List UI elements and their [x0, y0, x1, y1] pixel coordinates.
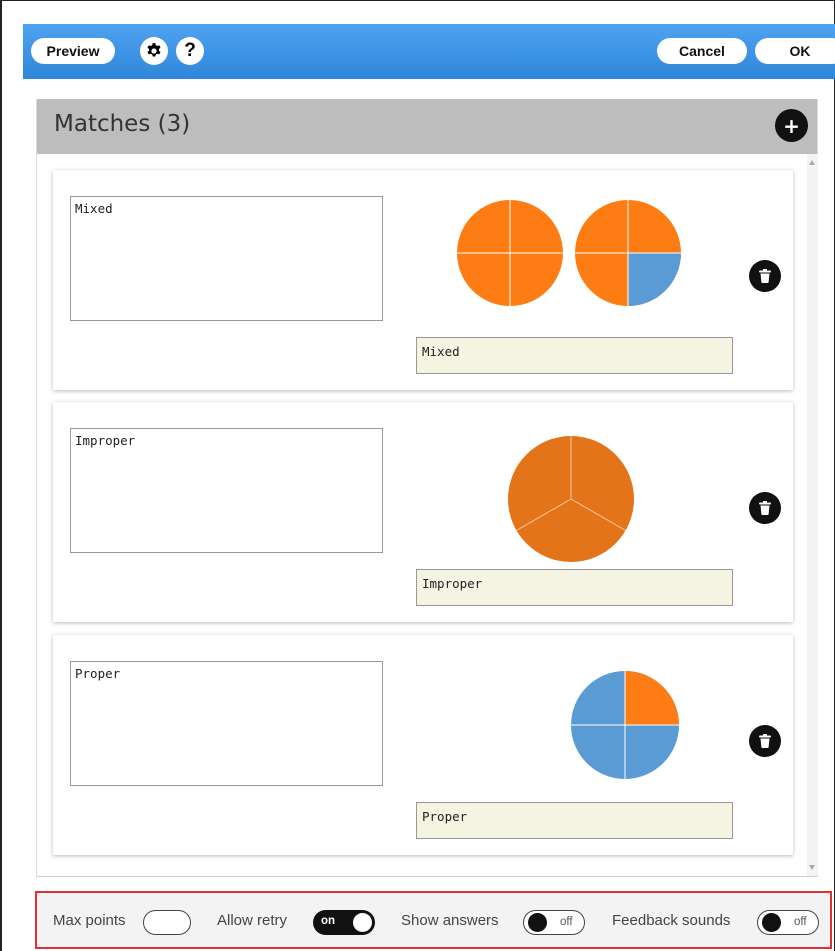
match-card-mixed: Mixed Mixed	[53, 170, 793, 390]
toggle-knob	[528, 913, 547, 932]
trash-icon	[759, 501, 771, 515]
settings-button[interactable]	[140, 37, 168, 65]
match-card-proper: Proper Proper	[53, 635, 793, 855]
preview-button[interactable]: Preview	[31, 38, 115, 64]
show-answers-label: Show answers	[401, 912, 499, 929]
delete-match-button[interactable]	[749, 260, 781, 292]
match-text-field[interactable]: Proper	[70, 661, 383, 786]
panel-header: Matches (3) +	[37, 99, 817, 154]
trash-icon	[759, 734, 771, 748]
cancel-button[interactable]: Cancel	[657, 38, 747, 64]
help-button[interactable]: ?	[176, 37, 204, 65]
max-points-label: Max points	[53, 912, 126, 929]
fraction-circle-whole	[457, 200, 563, 306]
ok-button[interactable]: OK	[755, 38, 835, 64]
plus-icon: +	[783, 113, 800, 138]
matches-panel: Matches (3) + Mixed Mixed Improper Impro…	[36, 99, 818, 877]
toggle-knob	[353, 913, 372, 932]
feedback-sounds-label: Feedback sounds	[612, 912, 731, 929]
match-answer-field[interactable]: Improper	[416, 569, 733, 606]
allow-retry-toggle[interactable]: on	[313, 910, 375, 935]
scrollbar[interactable]	[807, 154, 818, 876]
delete-match-button[interactable]	[749, 492, 781, 524]
match-answer-field[interactable]: Mixed	[416, 337, 733, 374]
fraction-circle-thirds	[508, 436, 634, 562]
match-image-mixed[interactable]	[416, 180, 756, 330]
add-match-button[interactable]: +	[775, 109, 808, 142]
max-points-input[interactable]	[143, 910, 191, 935]
toggle-state-text: off	[560, 916, 573, 928]
panel-title: Matches (3)	[54, 111, 191, 137]
fraction-circle-one-quarter	[571, 671, 679, 779]
trash-icon	[759, 269, 771, 283]
show-answers-toggle[interactable]: off	[523, 910, 585, 935]
fraction-circle-three-quarters	[575, 200, 681, 306]
toggle-knob	[762, 913, 781, 932]
toolbar: Preview ? Cancel OK	[23, 24, 835, 79]
match-image-improper[interactable]	[416, 412, 756, 562]
options-footer: Max points Allow retry on Show answers o…	[35, 891, 832, 949]
delete-match-button[interactable]	[749, 725, 781, 757]
scroll-up-icon[interactable]	[809, 160, 815, 165]
allow-retry-label: Allow retry	[217, 912, 288, 929]
toggle-state-text: on	[321, 915, 336, 927]
match-image-proper[interactable]	[416, 645, 756, 795]
toggle-state-text: off	[794, 916, 807, 928]
gear-icon	[147, 43, 161, 57]
feedback-sounds-toggle[interactable]: off	[757, 910, 819, 935]
match-card-improper: Improper Improper	[53, 402, 793, 622]
scroll-down-icon[interactable]	[809, 865, 815, 870]
match-answer-field[interactable]: Proper	[416, 802, 733, 839]
match-text-field[interactable]: Improper	[70, 428, 383, 553]
match-text-field[interactable]: Mixed	[70, 196, 383, 321]
